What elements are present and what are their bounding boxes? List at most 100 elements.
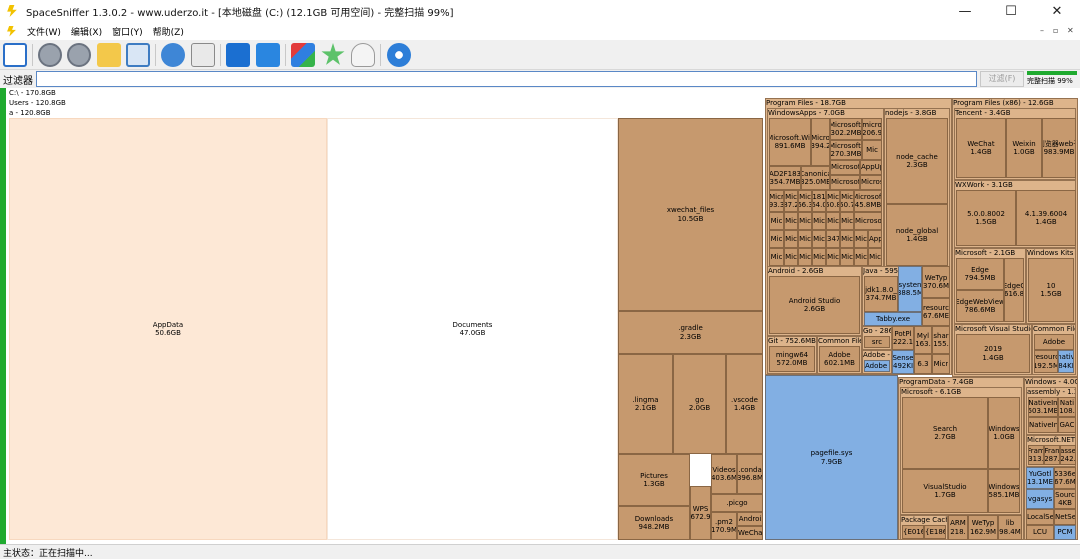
- blocks-icon[interactable]: [291, 43, 315, 67]
- folder-s5336[interactable]: 5336e 67.6M: [1054, 467, 1076, 489]
- folder-wetyp[interactable]: WeTyp 370.6M: [922, 266, 950, 298]
- tree-users-label[interactable]: Users - 120.8GB: [9, 99, 66, 107]
- folder-lingma[interactable]: .lingma 2.1GB: [618, 354, 673, 454]
- folder-ten[interactable]: 10 1.5GB: [1028, 258, 1074, 322]
- folder-mic-grid[interactable]: Mic: [784, 230, 798, 248]
- folder-mic-507[interactable]: Mic50.7: [840, 190, 854, 212]
- folder-gradle[interactable]: .gradle 2.3GB: [618, 311, 763, 354]
- blue-cube-2-icon[interactable]: [256, 43, 280, 67]
- file-yugoti[interactable]: YuGotl 13.1ME: [1026, 467, 1054, 489]
- folder-mic-grid[interactable]: Mic: [812, 212, 826, 230]
- mdi-close-button[interactable]: ✕: [1067, 26, 1074, 35]
- folder-android-studio[interactable]: Android Studio 2.6GB: [769, 276, 860, 334]
- folder-mic-grid[interactable]: Mic: [826, 248, 840, 266]
- folder-adobe-x86[interactable]: Adobe: [1034, 334, 1074, 350]
- menu-app-icon[interactable]: [7, 25, 16, 37]
- folder-micros[interactable]: Micros: [860, 175, 882, 190]
- menu-edit[interactable]: 编辑(X): [71, 25, 102, 38]
- folder-adobe-pf[interactable]: Adobe 602.1MB: [819, 346, 860, 372]
- file-tabby[interactable]: Tabby.exe: [864, 312, 922, 326]
- folder-mic-grid[interactable]: Mic: [826, 212, 840, 230]
- export-icon[interactable]: [191, 43, 215, 67]
- folder-e186[interactable]: {E186: [924, 525, 946, 539]
- folder-nativ[interactable]: nativ 84KI: [1058, 350, 1074, 373]
- folder-mic-grid[interactable]: Mic: [854, 248, 868, 266]
- folder-search[interactable]: Search 2.7GB: [902, 397, 988, 469]
- folder-windows-pd2[interactable]: Windows 585.1MB: [988, 469, 1020, 513]
- folder-mic-grid[interactable]: Mic: [868, 248, 882, 266]
- filter-button[interactable]: 过滤(F): [980, 71, 1024, 87]
- star-icon[interactable]: [321, 43, 345, 65]
- folder-pictures[interactable]: Pictures 1.3GB: [618, 454, 690, 506]
- folder-potpl[interactable]: PotPl 222.1: [892, 326, 914, 350]
- folder-pm2[interactable]: .pm2 170.9M: [711, 512, 737, 540]
- tree-user-a-label[interactable]: a - 120.8GB: [9, 109, 51, 117]
- file-vgasys[interactable]: vgasys: [1026, 489, 1054, 509]
- folder-fran[interactable]: Fran 287.: [1044, 445, 1060, 465]
- folder-mic-grid[interactable]: Mic: [812, 248, 826, 266]
- folder-mic-grid[interactable]: Mic: [769, 212, 784, 230]
- folder-nativeim2[interactable]: NativeIn: [1028, 417, 1058, 433]
- folder-micro-small[interactable]: Mic: [862, 140, 882, 160]
- folder-v5[interactable]: 5.0.0.8002 1.5GB: [956, 190, 1016, 246]
- folder-documents[interactable]: Documents 47.0GB: [327, 118, 618, 540]
- folder-microsoft-s[interactable]: Microsoft: [830, 160, 860, 175]
- folder-mic-50[interactable]: Mic50.8: [826, 190, 840, 212]
- folder-downloads[interactable]: Downloads 948.2MB: [618, 506, 690, 540]
- folder-wechat[interactable]: WeChat 1.4GB: [956, 118, 1006, 178]
- refresh-icon[interactable]: [161, 43, 185, 67]
- folder-netse[interactable]: NetSe: [1054, 509, 1076, 525]
- folder-up-icon[interactable]: [97, 43, 121, 67]
- folder-vscode[interactable]: .vscode 1.4GB: [726, 354, 763, 454]
- folder-videos[interactable]: Videos 403.6M: [711, 454, 737, 494]
- folder-sense[interactable]: Sense 492KI: [892, 350, 914, 374]
- folder-fram1[interactable]: Fram 313.: [1028, 445, 1044, 465]
- menu-help[interactable]: 帮助(Z): [153, 25, 184, 38]
- folder-micr-s[interactable]: Micr: [932, 354, 950, 374]
- folder-ad2f[interactable]: AD2F183 354.7MB: [769, 166, 801, 190]
- folder-app-s[interactable]: App: [868, 230, 882, 248]
- folder-ms-win[interactable]: Microsoft.Wir 891.6MB: [769, 118, 811, 166]
- folder-conda[interactable]: .conda 396.8M: [737, 454, 763, 494]
- folder-pcm[interactable]: PCM: [1054, 525, 1076, 540]
- new-scan-icon[interactable]: [3, 43, 27, 67]
- file-systen[interactable]: systen 388.5M: [898, 266, 922, 312]
- folder-node-global[interactable]: node_global 1.4GB: [886, 204, 948, 266]
- folder-myl[interactable]: Myl 163.: [914, 326, 932, 354]
- folder-mingw[interactable]: mingw64 572.0MB: [769, 346, 815, 372]
- folder-xwechat-files[interactable]: xwechat_files 10.5GB: [618, 118, 763, 311]
- folder-ms-302[interactable]: Microsoft. 302.2MB: [830, 118, 862, 140]
- folder-mic-93[interactable]: Micr 93.3: [769, 190, 784, 212]
- blue-cube-icon[interactable]: [226, 43, 250, 67]
- folder-lib[interactable]: lib 98.4M: [998, 515, 1022, 540]
- folder-mic-grid[interactable]: Mic: [769, 230, 784, 248]
- folder-s63[interactable]: 6.3: [914, 354, 932, 374]
- folder-ms-270[interactable]: Microsoft. 270.3MB: [830, 140, 862, 160]
- ghost-icon[interactable]: [351, 43, 375, 67]
- folder-gac[interactable]: GAC: [1058, 417, 1076, 433]
- forward-icon[interactable]: [67, 43, 91, 67]
- folder-shar[interactable]: shar 155.: [932, 326, 950, 354]
- folder-y2019[interactable]: 2019 1.4GB: [956, 334, 1030, 373]
- folder-picgo[interactable]: .picgo: [711, 494, 763, 512]
- folder-wps[interactable]: WPS 672.9: [690, 486, 711, 540]
- folder-lcu[interactable]: LCU: [1026, 525, 1054, 540]
- folder-nativeim1[interactable]: NativeIn 503.1MB: [1028, 397, 1058, 417]
- folder-wechat-small[interactable]: WeCha: [737, 526, 763, 540]
- folder-e016[interactable]: {E016: [902, 525, 924, 539]
- folder-go[interactable]: go 2.0GB: [673, 354, 726, 454]
- folder-mic-grid[interactable]: Mic: [798, 248, 812, 266]
- folder-mic-grid[interactable]: Mic: [798, 212, 812, 230]
- folder-v41[interactable]: 4.1.39.6004 1.4GB: [1016, 190, 1076, 246]
- menu-window[interactable]: 窗口(Y): [112, 25, 143, 38]
- folder-asse[interactable]: asse 242.: [1060, 445, 1076, 465]
- folder-localse[interactable]: LocalSe: [1026, 509, 1054, 525]
- folder-weixin[interactable]: Weixin 1.0GB: [1006, 118, 1042, 178]
- folder-m181[interactable]: 18164.0: [812, 190, 826, 212]
- folder-edgewebview[interactable]: EdgeWebView 786.6MB: [956, 290, 1004, 322]
- menu-file[interactable]: 文件(W): [27, 25, 61, 38]
- folder-qq-web[interactable]: 浏览器web子983.9MB: [1042, 118, 1076, 178]
- close-button[interactable]: ✕: [1034, 0, 1080, 22]
- folder-mic-grid[interactable]: Mic: [784, 212, 798, 230]
- folder-src[interactable]: src: [864, 336, 890, 348]
